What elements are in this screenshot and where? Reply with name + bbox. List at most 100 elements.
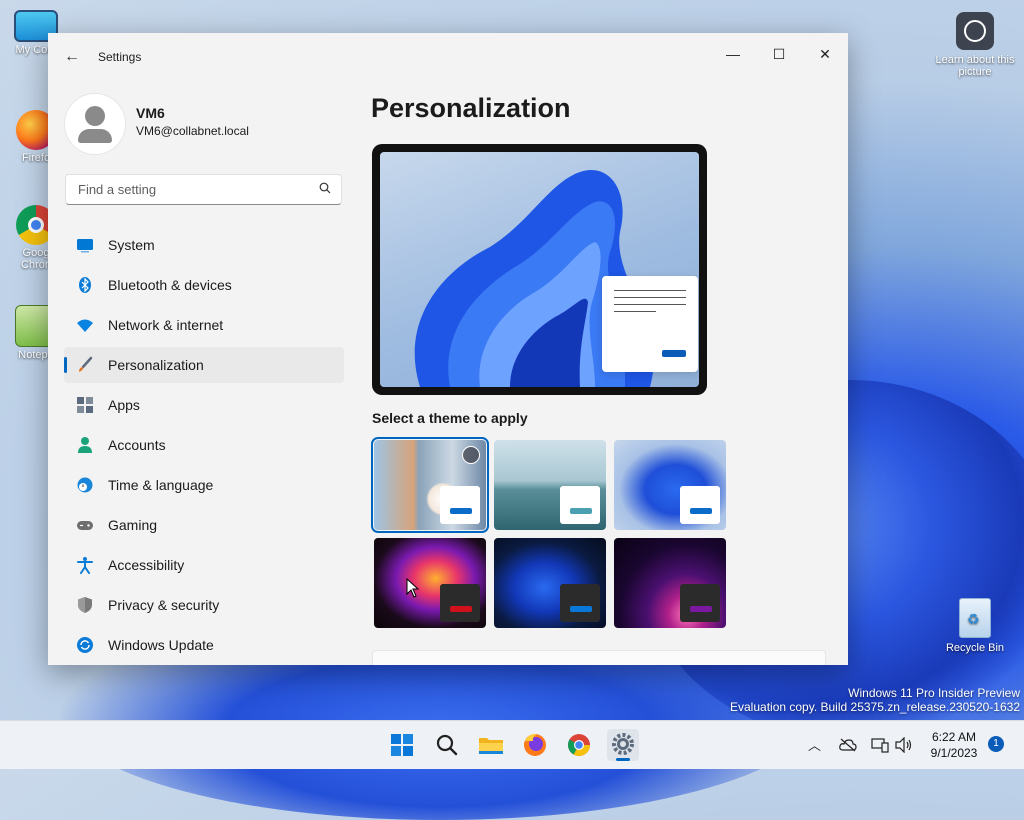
theme-sunrise-purple[interactable] <box>614 538 726 628</box>
theme-preview-card <box>680 584 720 622</box>
settings-window: ← Settings — ☐ ✕ VM6 VM6@collabnet.local… <box>48 33 848 665</box>
recycle-bin-icon: ♻ <box>959 598 991 638</box>
theme-captured-motion[interactable] <box>374 538 486 628</box>
avatar[interactable] <box>64 93 126 155</box>
volume-icon[interactable] <box>895 737 913 753</box>
theme-preview-card <box>440 486 480 524</box>
taskbar: ︿ 6:22 AM 9/1/2023 1 <box>0 720 1024 769</box>
sidebar-item-label: System <box>108 237 155 253</box>
theme-accent-bar <box>690 606 712 612</box>
cloud-offline-icon[interactable] <box>839 738 857 752</box>
theme-preview <box>372 144 707 395</box>
desktop-icon-recycle-bin[interactable]: ♻ Recycle Bin <box>940 598 1010 654</box>
theme-accent-bar <box>690 508 712 514</box>
monitor-icon <box>77 239 93 253</box>
sidebar-item-accessibility[interactable]: Accessibility <box>64 547 344 583</box>
sidebar-item-network[interactable]: Network & internet <box>64 307 344 343</box>
build-watermark: Windows 11 Pro Insider Preview Evaluatio… <box>730 686 1020 714</box>
theme-glow-lake[interactable] <box>494 440 606 530</box>
person-icon <box>78 437 92 453</box>
sidebar-item-label: Gaming <box>108 517 158 533</box>
sidebar-item-privacy[interactable]: Privacy & security <box>64 587 344 623</box>
mouse-cursor-icon <box>406 578 420 598</box>
sidebar-item-label: Network & internet <box>108 317 224 333</box>
sidebar-item-label: Accounts <box>108 437 166 453</box>
apps-icon <box>77 397 93 413</box>
window-title: Settings <box>98 50 142 64</box>
network-icon[interactable] <box>871 737 889 753</box>
theme-preview-card <box>440 584 480 622</box>
search-input[interactable] <box>76 181 310 198</box>
settings-icon[interactable] <box>607 729 639 761</box>
preview-dialog <box>602 276 698 372</box>
file-explorer-icon[interactable] <box>475 729 507 761</box>
recycle-bin-label: Recycle Bin <box>945 642 1005 654</box>
sidebar-item-personalization[interactable]: Personalization <box>64 347 344 383</box>
theme-flowers-spotlight[interactable] <box>371 437 489 533</box>
page-title: Personalization <box>371 93 571 123</box>
sidebar-item-gaming[interactable]: Gaming <box>64 507 344 543</box>
sidebar-item-label: Windows Update <box>108 637 214 653</box>
desktop-icon-label: Firefo <box>21 152 51 164</box>
theme-preview-card <box>680 486 720 524</box>
avatar-head <box>85 106 105 126</box>
sidebar-item-system[interactable]: System <box>64 227 344 263</box>
learn-label: Learn about this picture <box>935 54 1015 78</box>
theme-preview-card <box>560 486 600 524</box>
watermark-line-1: Windows 11 Pro Insider Preview <box>848 686 1020 700</box>
sidebar-item-bluetooth[interactable]: Bluetooth & devices <box>64 267 344 303</box>
theme-windows-dark[interactable] <box>494 538 606 628</box>
profile-name: VM6 <box>136 105 165 121</box>
watermark-line-2: Evaluation copy. Build 25375.zn_release.… <box>730 700 1020 714</box>
sidebar-item-label: Bluetooth & devices <box>108 277 232 293</box>
theme-accent-bar <box>570 508 592 514</box>
learn-about-picture[interactable]: Learn about this picture <box>935 12 1015 78</box>
avatar-body <box>78 129 112 143</box>
start-icon[interactable] <box>386 729 418 761</box>
title-bar[interactable]: ← Settings — ☐ ✕ <box>48 33 848 81</box>
sidebar-item-accounts[interactable]: Accounts <box>64 427 344 463</box>
globe-clock-icon <box>77 477 93 493</box>
sidebar-item-label: Accessibility <box>108 557 185 573</box>
sidebar-item-apps[interactable]: Apps <box>64 387 344 423</box>
sidebar-item-label: Personalization <box>108 357 204 373</box>
firefox-icon[interactable] <box>519 729 551 761</box>
chevron-up-icon[interactable]: ︿ <box>808 735 821 754</box>
sidebar-item-windows-update[interactable]: Windows Update <box>64 627 344 663</box>
search-icon[interactable] <box>319 182 331 194</box>
maximize-button[interactable]: ☐ <box>756 39 802 69</box>
spotlight-icon <box>462 446 480 464</box>
settings-card[interactable] <box>372 650 826 665</box>
bluetooth-icon <box>79 277 91 293</box>
theme-preview-card <box>560 584 600 622</box>
clock-date: 9/1/2023 <box>930 746 978 760</box>
chrome-icon[interactable] <box>563 729 595 761</box>
sidebar-item-time-language[interactable]: Time & language <box>64 467 344 503</box>
sidebar-item-label: Time & language <box>108 477 214 493</box>
minimize-button[interactable]: — <box>710 39 756 69</box>
sidebar-nav: System Bluetooth & devices Network & int… <box>64 227 344 665</box>
search-icon[interactable] <box>431 729 463 761</box>
accessibility-icon <box>77 557 93 574</box>
search-box[interactable] <box>65 174 342 205</box>
shield-icon <box>78 597 92 613</box>
update-icon <box>77 637 93 653</box>
themes-label: Select a theme to apply <box>372 410 528 426</box>
theme-accent-bar <box>450 606 472 612</box>
notification-badge[interactable]: 1 <box>988 736 1004 752</box>
camera-icon <box>956 12 994 50</box>
wifi-icon <box>77 319 93 332</box>
arrow-left-icon[interactable]: ← <box>62 47 82 67</box>
close-button[interactable]: ✕ <box>802 39 848 69</box>
clock-time: 6:22 AM <box>931 730 977 744</box>
profile-email: VM6@collabnet.local <box>136 124 249 138</box>
brush-icon <box>79 356 93 372</box>
sidebar-item-label: Apps <box>108 397 140 413</box>
theme-accent-bar <box>570 606 592 612</box>
system-clock[interactable]: 6:22 AM 9/1/2023 <box>916 729 992 761</box>
gamepad-icon <box>77 521 93 530</box>
theme-accent-bar <box>450 508 472 514</box>
theme-windows-light[interactable] <box>614 440 726 530</box>
preview-wallpaper <box>380 152 699 387</box>
sidebar-item-label: Privacy & security <box>108 597 220 613</box>
